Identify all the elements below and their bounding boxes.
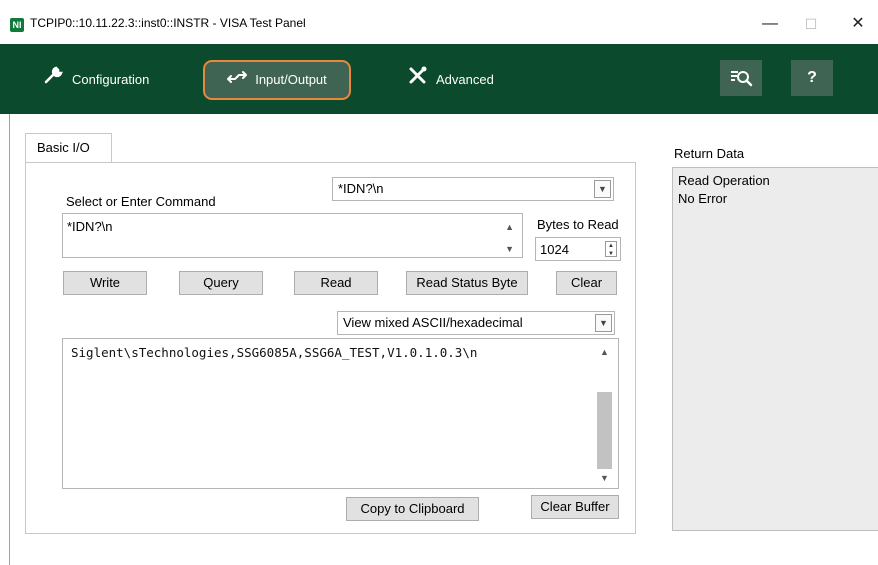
- output-scrollbar[interactable]: ▲ ▼: [595, 339, 614, 488]
- window-border: [9, 114, 10, 565]
- command-combo-value: *IDN?\n: [338, 181, 384, 196]
- scroll-up-icon[interactable]: ▲: [600, 347, 609, 357]
- command-text-value: *IDN?\n: [67, 219, 113, 234]
- chevron-down-icon[interactable]: ▼: [594, 180, 611, 198]
- return-data-line: No Error: [678, 191, 728, 206]
- title-bar: NI TCPIP0::10.11.22.3::inst0::INSTR - VI…: [0, 0, 878, 44]
- configuration-label: Configuration: [72, 72, 150, 87]
- return-data-line: Read Operation: [678, 173, 770, 188]
- close-button[interactable]: ✕: [838, 10, 878, 38]
- scrollbar-thumb[interactable]: [597, 392, 612, 469]
- input-output-tab[interactable]: Input/Output: [203, 60, 351, 100]
- output-text: Siglent\sTechnologies,SSG6085A,SSG6A_TES…: [71, 345, 478, 360]
- swap-arrows-icon: [227, 65, 255, 95]
- query-button[interactable]: Query: [179, 271, 263, 295]
- clear-buffer-button[interactable]: Clear Buffer: [531, 495, 619, 519]
- magnifier-icon: [729, 71, 753, 92]
- wrench-icon: [44, 65, 72, 96]
- copy-to-clipboard-button[interactable]: Copy to Clipboard: [346, 497, 479, 521]
- read-button[interactable]: Read: [294, 271, 378, 295]
- tab-basic-io[interactable]: Basic I/O: [25, 133, 112, 163]
- maximize-button[interactable]: ☐: [791, 10, 831, 38]
- view-mode-combo[interactable]: View mixed ASCII/hexadecimal ▼: [337, 311, 615, 335]
- scroll-up-icon[interactable]: ▲: [505, 222, 514, 232]
- advanced-label: Advanced: [436, 72, 494, 87]
- tools-icon: [408, 65, 436, 95]
- main-toolbar: Configuration Input/Output Advanced ?: [0, 44, 878, 114]
- output-display[interactable]: Siglent\sTechnologies,SSG6085A,SSG6A_TES…: [62, 338, 619, 489]
- input-output-label: Input/Output: [255, 72, 327, 87]
- bytes-to-read-value: 1024: [540, 242, 569, 257]
- command-combo[interactable]: *IDN?\n ▼: [332, 177, 614, 201]
- stepper-arrows-icon[interactable]: ▲ ▼: [605, 241, 617, 257]
- scroll-down-icon[interactable]: ▼: [505, 244, 514, 254]
- help-button[interactable]: ?: [791, 60, 833, 96]
- bytes-to-read-label: Bytes to Read: [537, 217, 619, 232]
- return-data-label: Return Data: [674, 146, 745, 161]
- bytes-to-read-stepper[interactable]: 1024 ▲ ▼: [535, 237, 621, 261]
- advanced-tab[interactable]: Advanced: [408, 65, 494, 95]
- command-text-input[interactable]: *IDN?\n ▲ ▼: [62, 213, 523, 258]
- instrument-search-button[interactable]: [720, 60, 762, 96]
- scroll-down-icon[interactable]: ▼: [600, 473, 609, 483]
- write-button[interactable]: Write: [63, 271, 147, 295]
- chevron-down-icon[interactable]: ▼: [595, 314, 612, 332]
- read-status-byte-button[interactable]: Read Status Byte: [406, 271, 528, 295]
- window-title: TCPIP0::10.11.22.3::inst0::INSTR - VISA …: [30, 16, 306, 30]
- select-command-label: Select or Enter Command: [66, 194, 216, 209]
- return-data-box: Read Operation No Error: [672, 167, 878, 531]
- clear-button[interactable]: Clear: [556, 271, 617, 295]
- minimize-button[interactable]: —: [750, 10, 790, 38]
- configuration-tab[interactable]: Configuration: [44, 65, 149, 95]
- view-mode-value: View mixed ASCII/hexadecimal: [343, 315, 523, 330]
- app-icon: NI: [10, 18, 24, 32]
